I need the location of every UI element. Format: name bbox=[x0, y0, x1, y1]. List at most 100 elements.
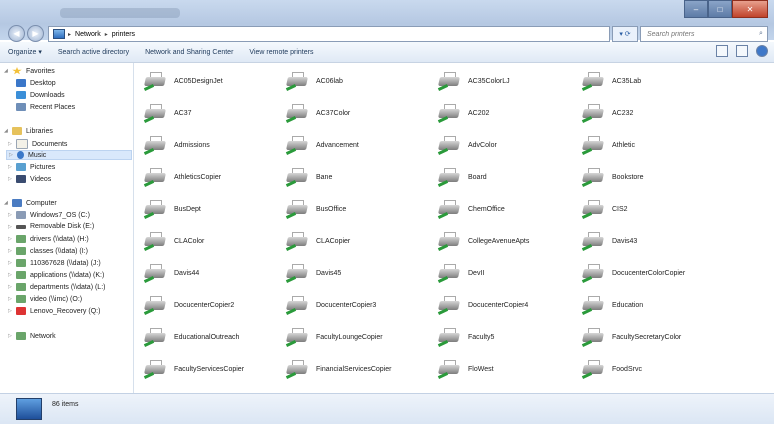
nav-pictures[interactable]: ▷ Pictures bbox=[8, 163, 55, 171]
nav-recent-places[interactable]: Recent Places bbox=[14, 103, 75, 111]
expand-arrow-icon[interactable]: ▷ bbox=[8, 284, 14, 290]
collapse-arrow-icon[interactable]: ◢ bbox=[4, 200, 10, 206]
expand-arrow-icon[interactable]: ▷ bbox=[8, 308, 14, 314]
printer-item[interactable]: FacultyServicesCopier bbox=[143, 357, 284, 381]
breadcrumb-network[interactable]: Network bbox=[75, 31, 101, 38]
nav-favorites[interactable]: ◢ Favorites bbox=[4, 67, 55, 75]
nav-documents[interactable]: ▷ Documents bbox=[8, 139, 67, 149]
breadcrumb-printers[interactable]: printers bbox=[112, 31, 135, 38]
printer-item[interactable]: AC35ColorLJ bbox=[437, 69, 578, 93]
search-box[interactable]: ⌕ bbox=[640, 26, 768, 42]
printer-item[interactable]: BusOffice bbox=[285, 197, 426, 221]
expand-arrow-icon[interactable]: ▷ bbox=[8, 141, 14, 147]
maximize-button[interactable]: □ bbox=[708, 0, 732, 18]
expand-arrow-icon[interactable]: ▷ bbox=[8, 164, 14, 170]
nav-downloads[interactable]: Downloads bbox=[14, 91, 65, 99]
nav-drive-o[interactable]: ▷ video (\\imc) (O:) bbox=[8, 295, 82, 303]
nav-drive-l[interactable]: ▷ departments (\\data) (L:) bbox=[8, 283, 105, 291]
nav-videos[interactable]: ▷ Videos bbox=[8, 175, 51, 183]
network-printer-icon bbox=[285, 295, 308, 315]
expand-arrow-icon[interactable]: ▷ bbox=[9, 152, 15, 158]
printer-item[interactable]: FinancialServicesCopier bbox=[285, 357, 426, 381]
printer-item[interactable]: Athletic bbox=[581, 133, 722, 157]
printer-item[interactable]: Davis45 bbox=[285, 261, 426, 285]
minimize-button[interactable]: – bbox=[684, 0, 708, 18]
nav-drive-h[interactable]: ▷ drivers (\\data) (H:) bbox=[8, 235, 89, 243]
refresh-button[interactable]: ▾ ⟳ bbox=[612, 26, 638, 42]
expand-arrow-icon[interactable]: ▷ bbox=[8, 176, 14, 182]
printer-item[interactable]: DocucenterCopier3 bbox=[285, 293, 426, 317]
printer-item[interactable]: Davis43 bbox=[581, 229, 722, 253]
printer-item[interactable]: ChemOffice bbox=[437, 197, 578, 221]
printer-item[interactable]: Bookstore bbox=[581, 165, 722, 189]
printer-item[interactable]: CLAColor bbox=[143, 229, 284, 253]
address-bar[interactable]: ▸ Network ▸ printers bbox=[48, 26, 610, 42]
nav-desktop[interactable]: Desktop bbox=[14, 79, 56, 87]
expand-arrow-icon[interactable]: ▷ bbox=[8, 248, 14, 254]
search-active-directory-button[interactable]: Search active directory bbox=[50, 49, 137, 56]
collapse-arrow-icon[interactable]: ◢ bbox=[4, 68, 10, 74]
expand-arrow-icon[interactable]: ▷ bbox=[8, 224, 14, 230]
nav-libraries[interactable]: ◢ Libraries bbox=[4, 127, 53, 135]
printer-item[interactable]: Advancement bbox=[285, 133, 426, 157]
printer-item[interactable]: FoodSrvc bbox=[581, 357, 722, 381]
printer-item[interactable]: AC37Color bbox=[285, 101, 426, 125]
printer-item[interactable]: Admissions bbox=[143, 133, 284, 157]
forward-button[interactable]: ▶ bbox=[27, 25, 44, 42]
nav-drive-e[interactable]: ▷ Removable Disk (E:) bbox=[8, 223, 94, 230]
search-input[interactable] bbox=[641, 29, 759, 39]
printer-item[interactable]: Bane bbox=[285, 165, 426, 189]
nav-drive-k[interactable]: ▷ applications (\\data) (K:) bbox=[8, 271, 104, 279]
nav-network[interactable]: ▷ Network bbox=[8, 332, 56, 340]
search-icon[interactable]: ⌕ bbox=[759, 30, 763, 38]
network-sharing-center-button[interactable]: Network and Sharing Center bbox=[137, 49, 241, 56]
back-button[interactable]: ◀ bbox=[8, 25, 25, 42]
printer-item[interactable]: Board bbox=[437, 165, 578, 189]
printer-item[interactable]: DocucenterCopier4 bbox=[437, 293, 578, 317]
printer-item[interactable]: Davis44 bbox=[143, 261, 284, 285]
change-view-icon[interactable] bbox=[716, 45, 728, 57]
printer-item[interactable]: EducationalOutreach bbox=[143, 325, 284, 349]
printer-item[interactable]: AC232 bbox=[581, 101, 722, 125]
nav-drive-j[interactable]: ▷ 110367628 (\\data) (J:) bbox=[8, 259, 101, 267]
view-remote-printers-button[interactable]: View remote printers bbox=[241, 49, 321, 56]
expand-arrow-icon[interactable]: ▷ bbox=[8, 212, 14, 218]
nav-computer[interactable]: ◢ Computer bbox=[4, 199, 57, 207]
printer-item[interactable]: CIS2 bbox=[581, 197, 722, 221]
printer-item[interactable]: AdvColor bbox=[437, 133, 578, 157]
collapse-arrow-icon[interactable]: ◢ bbox=[4, 128, 10, 134]
preview-pane-icon[interactable] bbox=[736, 45, 748, 57]
printer-item[interactable]: BusDept bbox=[143, 197, 284, 221]
printer-item[interactable]: AC37 bbox=[143, 101, 284, 125]
nav-drive-c[interactable]: ▷ Windows7_OS (C:) bbox=[8, 211, 90, 219]
printer-item[interactable]: AC06lab bbox=[285, 69, 426, 93]
printer-item[interactable]: AC05DesignJet bbox=[143, 69, 284, 93]
network-printer-icon bbox=[143, 231, 166, 251]
printer-item[interactable]: DocucenterCopier2 bbox=[143, 293, 284, 317]
nav-drive-q[interactable]: ▷ Lenovo_Recovery (Q:) bbox=[8, 307, 100, 315]
expand-arrow-icon[interactable]: ▷ bbox=[8, 236, 14, 242]
expand-arrow-icon[interactable]: ▷ bbox=[8, 272, 14, 278]
close-button[interactable]: ✕ bbox=[732, 0, 768, 18]
printer-item[interactable]: Education bbox=[581, 293, 722, 317]
printer-item[interactable]: CLACopier bbox=[285, 229, 426, 253]
printer-item[interactable]: FacultyLoungeCopier bbox=[285, 325, 426, 349]
nav-drive-i[interactable]: ▷ classes (\\data) (I:) bbox=[8, 247, 88, 255]
printer-item[interactable]: AC35Lab bbox=[581, 69, 722, 93]
network-printer-icon bbox=[437, 167, 460, 187]
expand-arrow-icon[interactable]: ▷ bbox=[8, 260, 14, 266]
printer-item[interactable]: Faculty5 bbox=[437, 325, 578, 349]
printer-item[interactable]: CollegeAvenueApts bbox=[437, 229, 578, 253]
help-icon[interactable] bbox=[756, 45, 768, 57]
printer-item[interactable]: FloWest bbox=[437, 357, 578, 381]
printer-item[interactable]: DocucenterColorCopier bbox=[581, 261, 722, 285]
printer-item[interactable]: DevII bbox=[437, 261, 578, 285]
organize-button[interactable]: Organize ▾ bbox=[0, 48, 50, 56]
expand-arrow-icon[interactable]: ▷ bbox=[8, 333, 14, 339]
expand-arrow-icon[interactable]: ▷ bbox=[8, 296, 14, 302]
window-controls: – □ ✕ bbox=[684, 0, 768, 18]
printer-item[interactable]: AthleticsCopier bbox=[143, 165, 284, 189]
printer-item[interactable]: AC202 bbox=[437, 101, 578, 125]
printer-item[interactable]: FacultySecretaryColor bbox=[581, 325, 722, 349]
nav-music[interactable]: ▷ Music bbox=[6, 150, 132, 160]
